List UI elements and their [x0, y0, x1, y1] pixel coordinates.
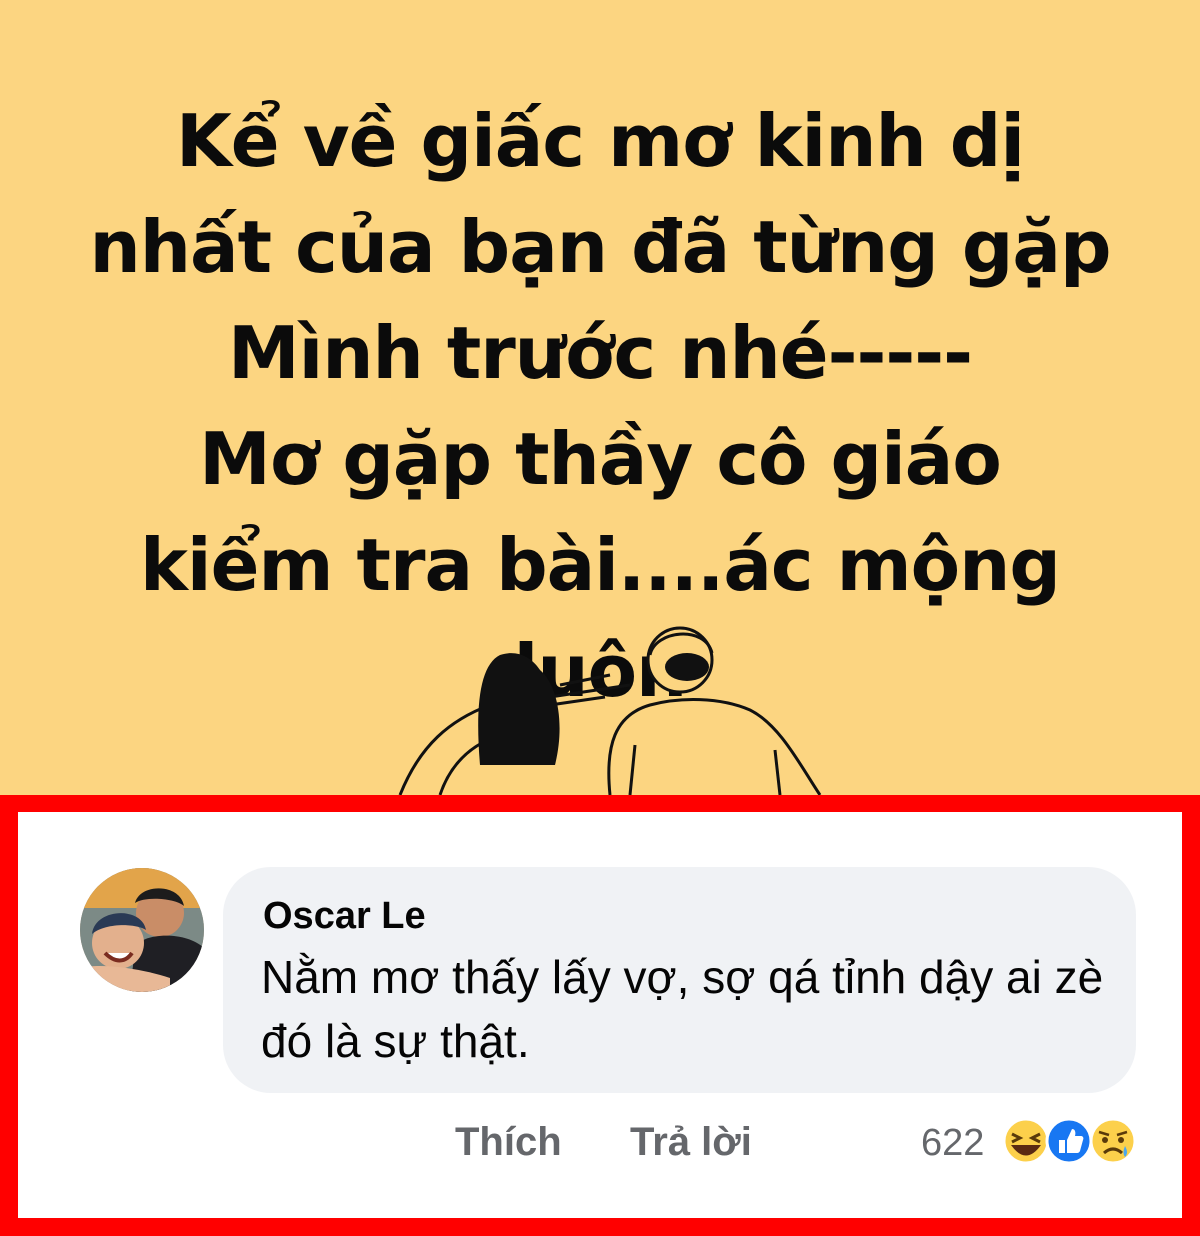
comment-actions: Thích Trả lời 622 — [18, 1112, 1182, 1172]
post-image: Kể về giấc mơ kinh dị nhất của bạn đã từ… — [0, 0, 1200, 795]
comment-area: Oscar Le Nằm mơ thấy lấy vợ, sợ qá tỉnh … — [18, 812, 1182, 1218]
comment-highlight-frame: Oscar Le Nằm mơ thấy lấy vợ, sợ qá tỉnh … — [0, 795, 1200, 1236]
comment-bubble: Oscar Le Nằm mơ thấy lấy vợ, sợ qá tỉnh … — [223, 867, 1136, 1093]
reaction-icons[interactable] — [1001, 1116, 1141, 1166]
comment-author[interactable]: Oscar Le — [263, 895, 426, 938]
avatar-photo — [80, 868, 204, 992]
post-line: kiểm tra bài....ác mộng — [140, 523, 1061, 607]
post-line: Mình trước nhé----- — [227, 311, 973, 395]
like-button[interactable]: Thích — [455, 1120, 562, 1165]
comment-text: Nằm mơ thấy lấy vợ, sợ qá tỉnh dậy ai zè… — [261, 951, 1104, 1067]
post-line: nhất của bạn đã từng gặp — [89, 205, 1111, 289]
like-icon — [1045, 1117, 1093, 1165]
reply-button[interactable]: Trả lời — [630, 1120, 752, 1165]
reaction-count[interactable]: 622 — [921, 1122, 984, 1165]
post-line: Kể về giấc mơ kinh dị — [176, 99, 1025, 183]
haha-icon — [1002, 1117, 1050, 1165]
sad-icon — [1089, 1117, 1137, 1165]
avatar[interactable] — [80, 868, 204, 992]
illustration-figures — [398, 626, 822, 795]
post-line: Mơ gặp thầy cô giáo — [199, 417, 1002, 501]
